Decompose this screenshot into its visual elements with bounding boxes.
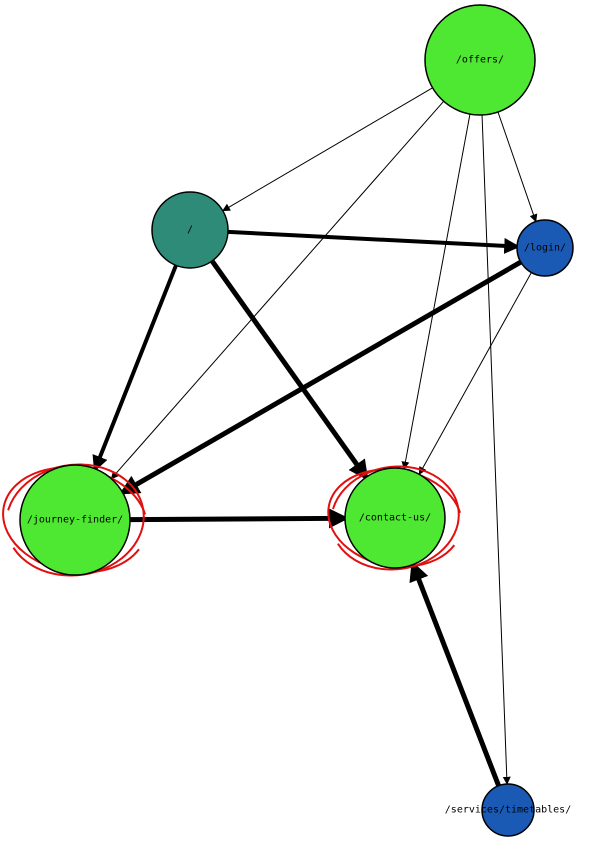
edge-journey-finder-to-contact-us: [130, 518, 345, 519]
node-label-login: /login/: [524, 243, 566, 254]
node-label-timetables: /services/timetables/: [445, 805, 571, 816]
edge-timetables-to-contact-us: [413, 565, 499, 786]
node-root: /: [152, 192, 228, 268]
edge-root-to-journey-finder: [95, 265, 176, 469]
edge-offers-to-timetables: [482, 115, 507, 784]
node-label-journey-finder: /journey-finder/: [27, 515, 123, 526]
edge-root-to-contact-us: [212, 261, 366, 477]
edge-offers-to-contact-us: [404, 114, 470, 469]
node-login: /login/: [517, 220, 573, 276]
node-journey-finder: /journey-finder/: [20, 465, 130, 575]
node-timetables: /services/timetables/: [445, 784, 571, 836]
edge-login-to-journey-finder: [123, 262, 521, 492]
node-offers: /offers/: [425, 5, 535, 115]
graph-diagram: /offers/ / /login/ /journey-finder/ /contact…: [0, 0, 600, 847]
graph-edges: [95, 88, 536, 786]
edge-offers-to-journey-finder: [111, 101, 443, 478]
node-label-offers: /offers/: [456, 55, 504, 66]
edge-root-to-login: [228, 232, 517, 247]
graph-nodes: /offers/ / /login/ /journey-finder/ /contact…: [20, 5, 573, 836]
node-label-root: /: [187, 225, 193, 236]
node-contact-us: /contact-us/: [345, 468, 445, 568]
node-label-contact-us: /contact-us/: [359, 513, 431, 524]
edge-offers-to-login: [498, 112, 536, 222]
edge-login-to-contact-us: [419, 272, 531, 474]
